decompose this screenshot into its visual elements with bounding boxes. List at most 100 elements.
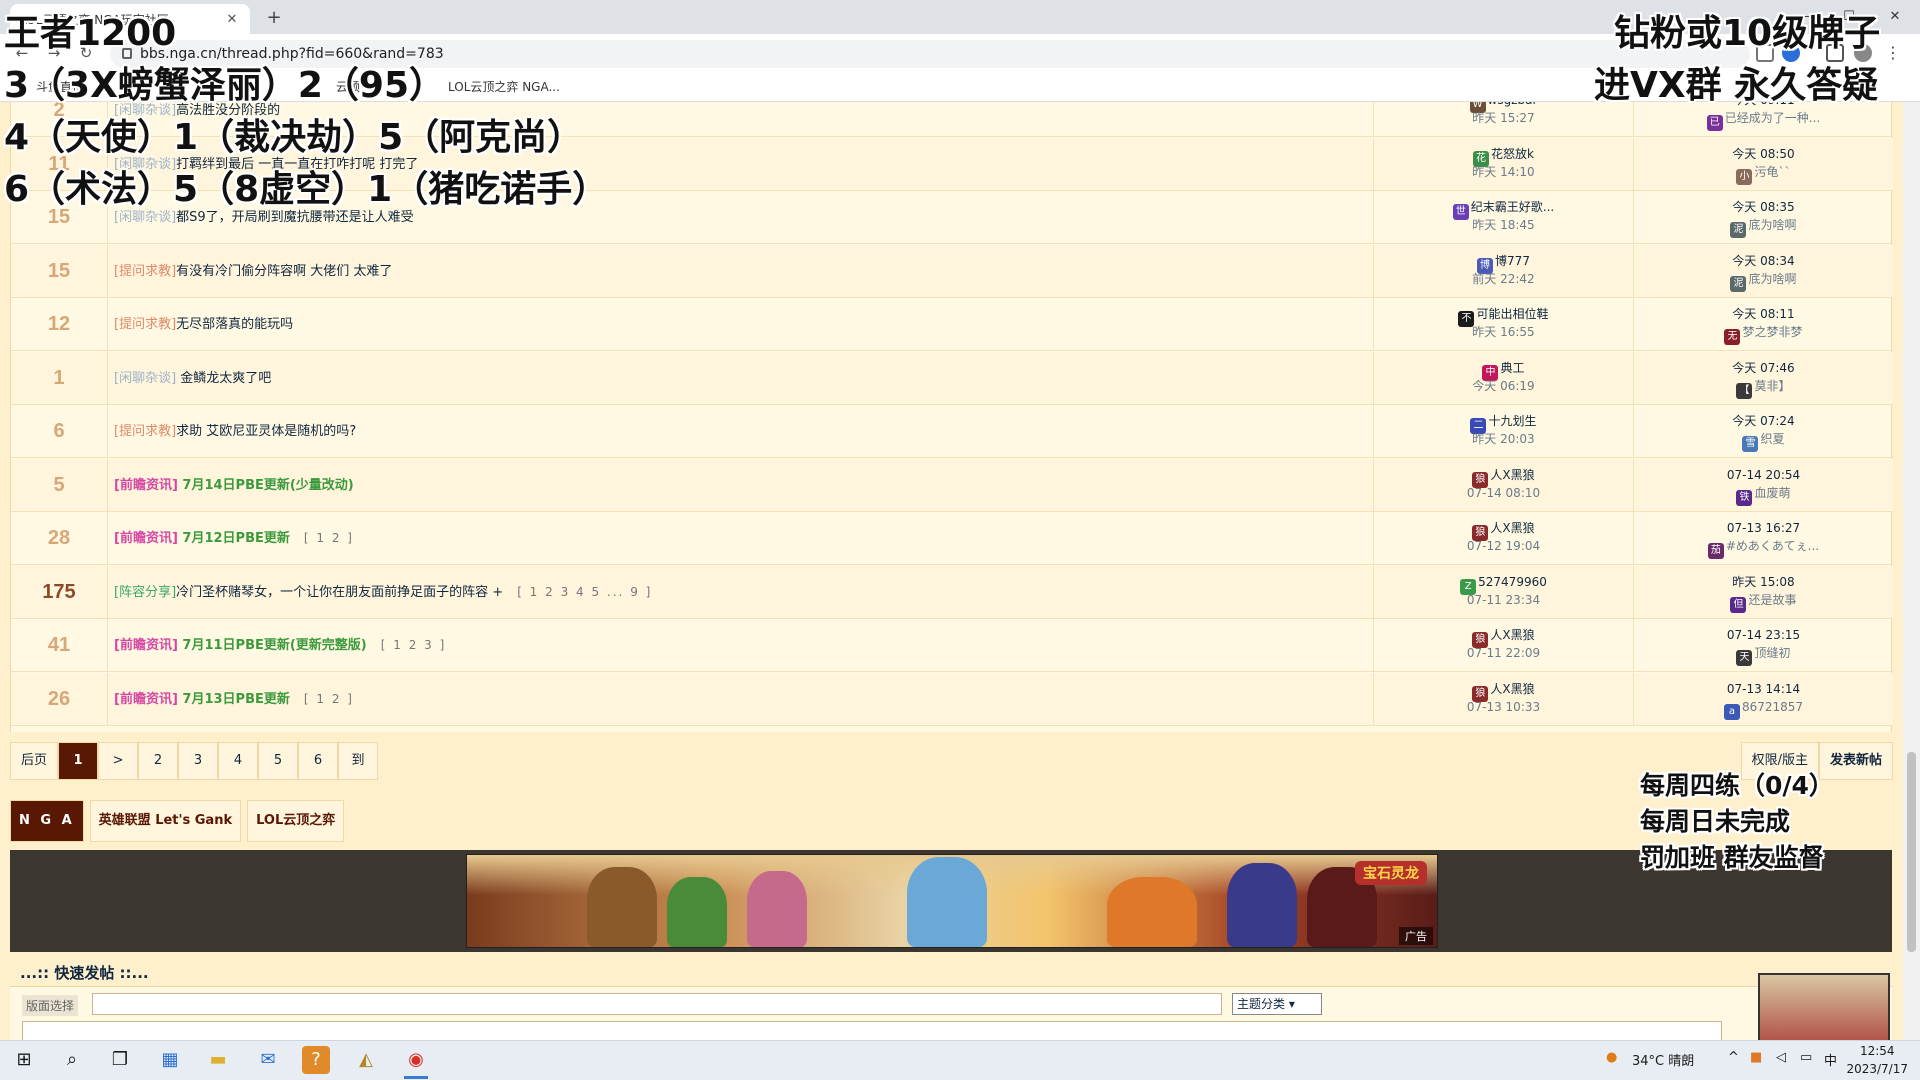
page-button[interactable]: 后页 <box>10 742 59 780</box>
ime-indicator[interactable]: 中 <box>1824 1050 1837 1069</box>
username-link[interactable]: 人X黑狼 <box>1490 628 1534 642</box>
table-row[interactable]: 5 [前瞻资讯] 7月14日PBE更新(少量改动) 狼人X黑狼 07-14 08:10… <box>11 458 1893 512</box>
timestamp[interactable]: 今天 08:11 <box>1732 307 1794 321</box>
timestamp[interactable]: 07-13 16:27 <box>1727 521 1800 535</box>
username-link[interactable]: 可能出相位鞋 <box>1476 307 1548 321</box>
table-row[interactable]: 1 [闲聊杂谈] 金鳞龙太爽了吧中典工 今天 06:19 今天 07:46 【莫非】 <box>11 351 1893 405</box>
topic-title-link[interactable]: 都S9了，开局刷到魔抗腰带还是让人难受 <box>176 210 414 225</box>
avatar[interactable]: 泥 <box>1730 275 1747 292</box>
avatar[interactable]: 茄 <box>1707 543 1724 559</box>
topic-page-links[interactable]: [ 1 2 3 ] <box>381 638 447 652</box>
task-view-icon[interactable]: ❐ <box>106 1046 134 1074</box>
network-icon[interactable]: ▭ <box>1800 1050 1812 1065</box>
username-link[interactable]: 还是故事 <box>1748 593 1796 607</box>
close-icon[interactable]: ✕ <box>224 12 240 27</box>
page-button[interactable]: 到 <box>338 742 379 780</box>
content-textarea[interactable] <box>22 1021 1722 1040</box>
topic-title-link[interactable]: 冷门圣杯赌琴女，一个让你在朋友面前挣足面子的阵容 + <box>176 585 503 600</box>
page-button[interactable]: 6 <box>298 742 339 780</box>
timestamp[interactable]: 07-14 23:15 <box>1727 628 1800 642</box>
topic-page-links[interactable]: [ 1 2 3 4 5 ... 9 ] <box>517 585 652 599</box>
topic-category[interactable]: [前瞻资讯] <box>114 692 178 707</box>
username-link[interactable]: 86721857 <box>1742 700 1803 714</box>
username-link[interactable]: 人X黑狼 <box>1490 521 1534 535</box>
volume-icon[interactable]: ◁ <box>1776 1050 1786 1065</box>
table-row[interactable]: 28 [前瞻资讯] 7月12日PBE更新 [ 1 2 ] 狼人X黑狼 07-12 19:… <box>11 512 1893 565</box>
topic-category[interactable]: [闲聊杂谈] <box>114 371 176 386</box>
username-link[interactable]: 人X黑狼 <box>1490 468 1534 482</box>
topic-title-link[interactable]: 7月11日PBE更新(更新完整版) <box>178 638 366 653</box>
search-icon[interactable]: ⌕ <box>58 1046 86 1074</box>
page-button[interactable]: 4 <box>218 742 259 780</box>
timestamp[interactable]: 07-14 20:54 <box>1727 468 1800 482</box>
page-button[interactable]: 5 <box>258 742 299 780</box>
weather-text[interactable]: 34°C 晴朗 <box>1632 1050 1694 1069</box>
topic-title-link[interactable]: 有没有冷门偷分阵容啊 大佬们 太难了 <box>176 264 392 279</box>
username-link[interactable]: 污龟`` <box>1754 165 1790 179</box>
taskbar-clock[interactable]: 12:54 2023/7/17 <box>1846 1042 1908 1078</box>
avatar[interactable]: 无 <box>1724 329 1741 345</box>
topic-title-link[interactable]: 7月13日PBE更新 <box>178 692 289 707</box>
username-link[interactable]: 博777 <box>1495 254 1530 268</box>
username-link[interactable]: 梦之梦非梦 <box>1742 325 1802 339</box>
avatar[interactable]: 【 <box>1736 382 1753 399</box>
timestamp[interactable]: 今天 07:24 <box>1732 414 1794 428</box>
avatar[interactable]: 小 <box>1736 168 1753 185</box>
store-icon[interactable]: ▦ <box>156 1046 184 1074</box>
timestamp[interactable]: 今天 08:50 <box>1732 147 1794 161</box>
league-client-icon[interactable]: ◭ <box>352 1046 380 1074</box>
timestamp[interactable]: 今天 08:34 <box>1732 254 1794 268</box>
chrome-icon[interactable]: ◉ <box>402 1046 430 1074</box>
topic-category[interactable]: [前瞻资讯] <box>114 478 178 493</box>
breadcrumb-tft[interactable]: LOL云顶之弈 <box>247 800 345 842</box>
username-link[interactable]: wsgzbar <box>1488 102 1538 107</box>
subject-input[interactable] <box>92 993 1222 1015</box>
topic-category[interactable]: [闲聊杂谈] <box>114 210 176 225</box>
username-link[interactable]: 莫非】 <box>1754 379 1790 393</box>
avatar[interactable]: 天 <box>1736 650 1753 666</box>
username-link[interactable]: #めあくあてぇ... <box>1726 539 1819 553</box>
topic-title-link[interactable]: 7月12日PBE更新 <box>178 531 289 546</box>
avatar[interactable]: 泥 <box>1730 222 1747 238</box>
avatar[interactable]: 已 <box>1706 115 1723 131</box>
username-link[interactable]: 527479960 <box>1478 575 1547 589</box>
tray-expand-icon[interactable]: ^ <box>1728 1050 1739 1065</box>
topic-category[interactable]: [提问求教] <box>114 317 176 332</box>
username-link[interactable]: 织夏 <box>1760 432 1784 446</box>
avatar[interactable]: a <box>1723 703 1740 720</box>
nga-logo-link[interactable]: N G A <box>10 800 84 842</box>
table-row[interactable]: 41 [前瞻资讯] 7月11日PBE更新(更新完整版) [ 1 2 3 ] 狼人X黑狼… <box>11 619 1893 672</box>
app-icon[interactable]: ? <box>302 1046 330 1074</box>
avatar[interactable]: 雪 <box>1742 436 1759 452</box>
topic-category-select[interactable]: 主题分类 ▾ <box>1232 993 1322 1015</box>
topic-category[interactable]: [阵容分享] <box>114 585 176 600</box>
topic-category[interactable]: [提问求教] <box>114 264 176 279</box>
tray-app-icon[interactable]: ■ <box>1750 1050 1762 1065</box>
timestamp[interactable]: 07-13 14:14 <box>1727 682 1800 696</box>
ad-banner[interactable]: 宝石灵龙 广告 <box>466 854 1438 948</box>
username-link[interactable]: 底为啥啊 <box>1748 272 1796 286</box>
topic-title-link[interactable]: 无尽部落真的能玩吗 <box>176 317 293 332</box>
weather-icon[interactable]: ● <box>1606 1050 1617 1065</box>
table-row[interactable]: 6 [提问求教]求助 艾欧尼亚灵体是随机的吗? 二十九划生 昨天 20:03 今天 07… <box>11 405 1893 458</box>
folder-icon[interactable]: ▬ <box>204 1046 232 1074</box>
table-row[interactable]: 15 [提问求教]有没有冷门偷分阵容啊 大佬们 太难了博博777 前天 22:42 今… <box>11 244 1893 298</box>
timestamp[interactable]: 今天 08:35 <box>1732 200 1794 214</box>
topic-page-links[interactable]: [ 1 2 ] <box>304 531 354 545</box>
table-row[interactable]: 175 [阵容分享]冷门圣杯赌琴女，一个让你在朋友面前挣足面子的阵容 + [ 1 2… <box>11 565 1893 619</box>
bookmark-item[interactable]: LOL云顶之弈 NGA... <box>448 78 560 95</box>
topic-page-links[interactable]: [ 1 2 ] <box>304 692 354 706</box>
windows-start-icon[interactable]: ⊞ <box>10 1046 38 1074</box>
timestamp[interactable]: 今天 07:46 <box>1732 361 1794 375</box>
topic-title-link[interactable]: 求助 艾欧尼亚灵体是随机的吗? <box>176 424 356 439</box>
topic-category[interactable]: [前瞻资讯] <box>114 638 178 653</box>
mail-icon[interactable]: ✉ <box>254 1046 282 1074</box>
topic-title-link[interactable]: 金鳞龙太爽了吧 <box>176 371 271 386</box>
avatar[interactable]: 世 <box>1452 204 1469 220</box>
username-link[interactable]: 已经成为了一种... <box>1725 111 1820 125</box>
username-link[interactable]: 花怒放k <box>1491 147 1534 161</box>
username-link[interactable]: 底为啥啊 <box>1748 218 1796 232</box>
timestamp[interactable]: 昨天 15:08 <box>1732 575 1794 589</box>
avatar[interactable]: 但 <box>1730 596 1747 613</box>
scroll-thumb[interactable] <box>1907 752 1916 952</box>
